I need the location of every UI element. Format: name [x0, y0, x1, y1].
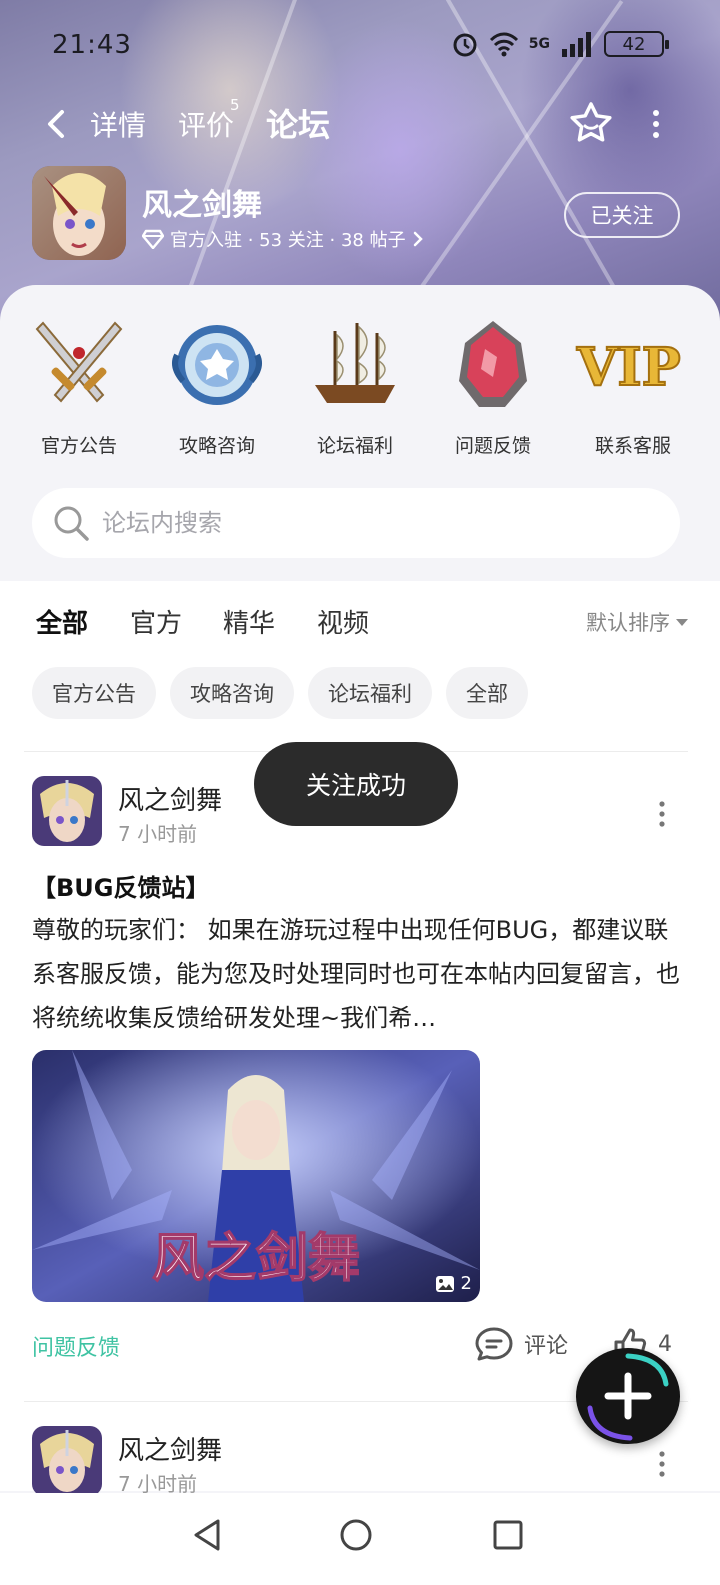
network-label: 5G	[528, 36, 550, 52]
search-input[interactable]	[102, 502, 642, 544]
post-author[interactable]: 风之剑舞	[118, 780, 222, 817]
image-count-badge: 2	[435, 1273, 472, 1294]
comment-label: 评论	[524, 1334, 569, 1359]
shortcut-grid: 官方公告 攻略咨询 论坛福利 问题反馈 VIP 联系客服	[0, 315, 720, 465]
alarm-icon	[453, 33, 477, 57]
post-time: 7 小时前	[118, 822, 198, 846]
avatar[interactable]	[32, 776, 102, 846]
chip-announcement[interactable]: 官方公告	[32, 667, 156, 719]
forum-search-box[interactable]	[32, 488, 680, 558]
post-title[interactable]: 【BUG反馈站】	[32, 868, 209, 903]
chevron-right-icon	[413, 231, 423, 247]
nav-recents-icon[interactable]	[488, 1515, 528, 1555]
game-meta[interactable]: 官方入驻 · 53 关注 · 38 帖子	[142, 226, 424, 252]
shortcut-guide[interactable]: 攻略咨询	[148, 315, 286, 458]
comment-button[interactable]: 评论	[474, 1326, 568, 1362]
post-image[interactable]: 风之剑舞 2	[32, 1050, 480, 1302]
shortcut-label: 论坛福利	[316, 435, 393, 457]
filter-tabs: 全部 官方 精华 视频 默认排序	[0, 603, 720, 643]
header-banner: 21:43 5G 42 详情 评价 5 论坛 风之剑舞 官方入驻 · 53 关注…	[0, 0, 720, 330]
diamond-icon	[142, 229, 164, 249]
more-vertical-icon[interactable]	[650, 1450, 674, 1478]
post-image-caption: 风之剑舞	[152, 1228, 360, 1289]
image-icon	[435, 1275, 454, 1292]
plus-icon	[587, 1353, 669, 1441]
shortcut-label: 攻略咨询	[178, 435, 255, 457]
follow-button[interactable]: 已关注	[564, 192, 680, 238]
image-count: 2	[460, 1273, 472, 1294]
sort-label: 默认排序	[586, 611, 670, 635]
chip-benefits[interactable]: 论坛福利	[308, 667, 432, 719]
nav-home-icon[interactable]	[336, 1515, 376, 1555]
shortcut-label: 官方公告	[40, 435, 117, 457]
sort-dropdown[interactable]: 默认排序	[586, 607, 688, 637]
chip-all[interactable]: 全部	[446, 667, 528, 719]
post-time: 7 小时前	[118, 1472, 198, 1496]
svg-text:VIP: VIP	[576, 337, 681, 398]
game-logo	[32, 166, 126, 260]
red-crystal-icon	[459, 321, 527, 407]
system-nav-bar	[0, 1493, 720, 1585]
create-post-fab[interactable]	[576, 1348, 680, 1444]
tab-reviews[interactable]: 评价	[178, 104, 234, 144]
category-chips: 官方公告 攻略咨询 论坛福利 全部	[32, 667, 528, 719]
blue-emblem-icon	[172, 325, 262, 405]
nav-back-icon[interactable]	[188, 1515, 228, 1555]
signal-icon	[562, 32, 591, 57]
chip-guide[interactable]: 攻略咨询	[170, 667, 294, 719]
back-arrow-icon[interactable]	[36, 104, 76, 144]
game-meta-text: 官方入驻 · 53 关注 · 38 帖子	[170, 230, 406, 251]
caret-down-icon	[676, 618, 688, 626]
reviews-count-badge: 5	[230, 96, 240, 114]
shortcut-support[interactable]: VIP 联系客服	[564, 315, 702, 458]
filter-tab-official[interactable]: 官方	[130, 603, 182, 640]
filter-tab-featured[interactable]: 精华	[223, 603, 275, 640]
more-vertical-icon[interactable]	[650, 800, 674, 828]
toast-message: 关注成功	[254, 742, 458, 826]
post-tag[interactable]: 问题反馈	[32, 1330, 120, 1362]
battery-icon: 42	[604, 31, 669, 57]
more-vertical-icon[interactable]	[646, 108, 666, 140]
post-card[interactable]: 风之剑舞 7 小时前 【BUG反馈站】 尊敬的玩家们： 如果在游玩过程中出现任何…	[0, 776, 720, 1376]
filter-tab-all[interactable]: 全部	[36, 603, 88, 642]
comment-icon	[475, 1327, 513, 1361]
game-title: 风之剑舞	[142, 188, 262, 223]
status-time: 21:43	[52, 30, 132, 60]
status-bar: 21:43 5G 42	[0, 24, 720, 68]
top-nav: 详情 评价 5 论坛	[0, 96, 720, 150]
vip-icon: VIP	[575, 336, 682, 399]
filter-tab-video[interactable]: 视频	[317, 603, 369, 640]
post-body[interactable]: 尊敬的玩家们： 如果在游玩过程中出现任何BUG，都建议联系客服反馈，能为您及时处…	[32, 908, 688, 1040]
shortcut-label: 问题反馈	[454, 435, 531, 457]
shortcut-feedback[interactable]: 问题反馈	[424, 315, 562, 458]
search-icon	[54, 506, 89, 541]
wifi-icon	[489, 32, 518, 57]
tab-forum[interactable]: 论坛	[266, 100, 331, 148]
shortcut-label: 联系客服	[594, 435, 671, 457]
shortcut-announcement[interactable]: 官方公告	[10, 315, 148, 458]
star-favorite-icon[interactable]	[568, 100, 614, 146]
tab-details[interactable]: 详情	[90, 104, 146, 144]
post-author[interactable]: 风之剑舞	[118, 1430, 222, 1467]
sailing-ship-icon	[315, 323, 395, 403]
shortcut-benefits[interactable]: 论坛福利	[286, 315, 424, 458]
avatar[interactable]	[32, 1426, 102, 1496]
crossed-swords-icon	[35, 321, 123, 403]
